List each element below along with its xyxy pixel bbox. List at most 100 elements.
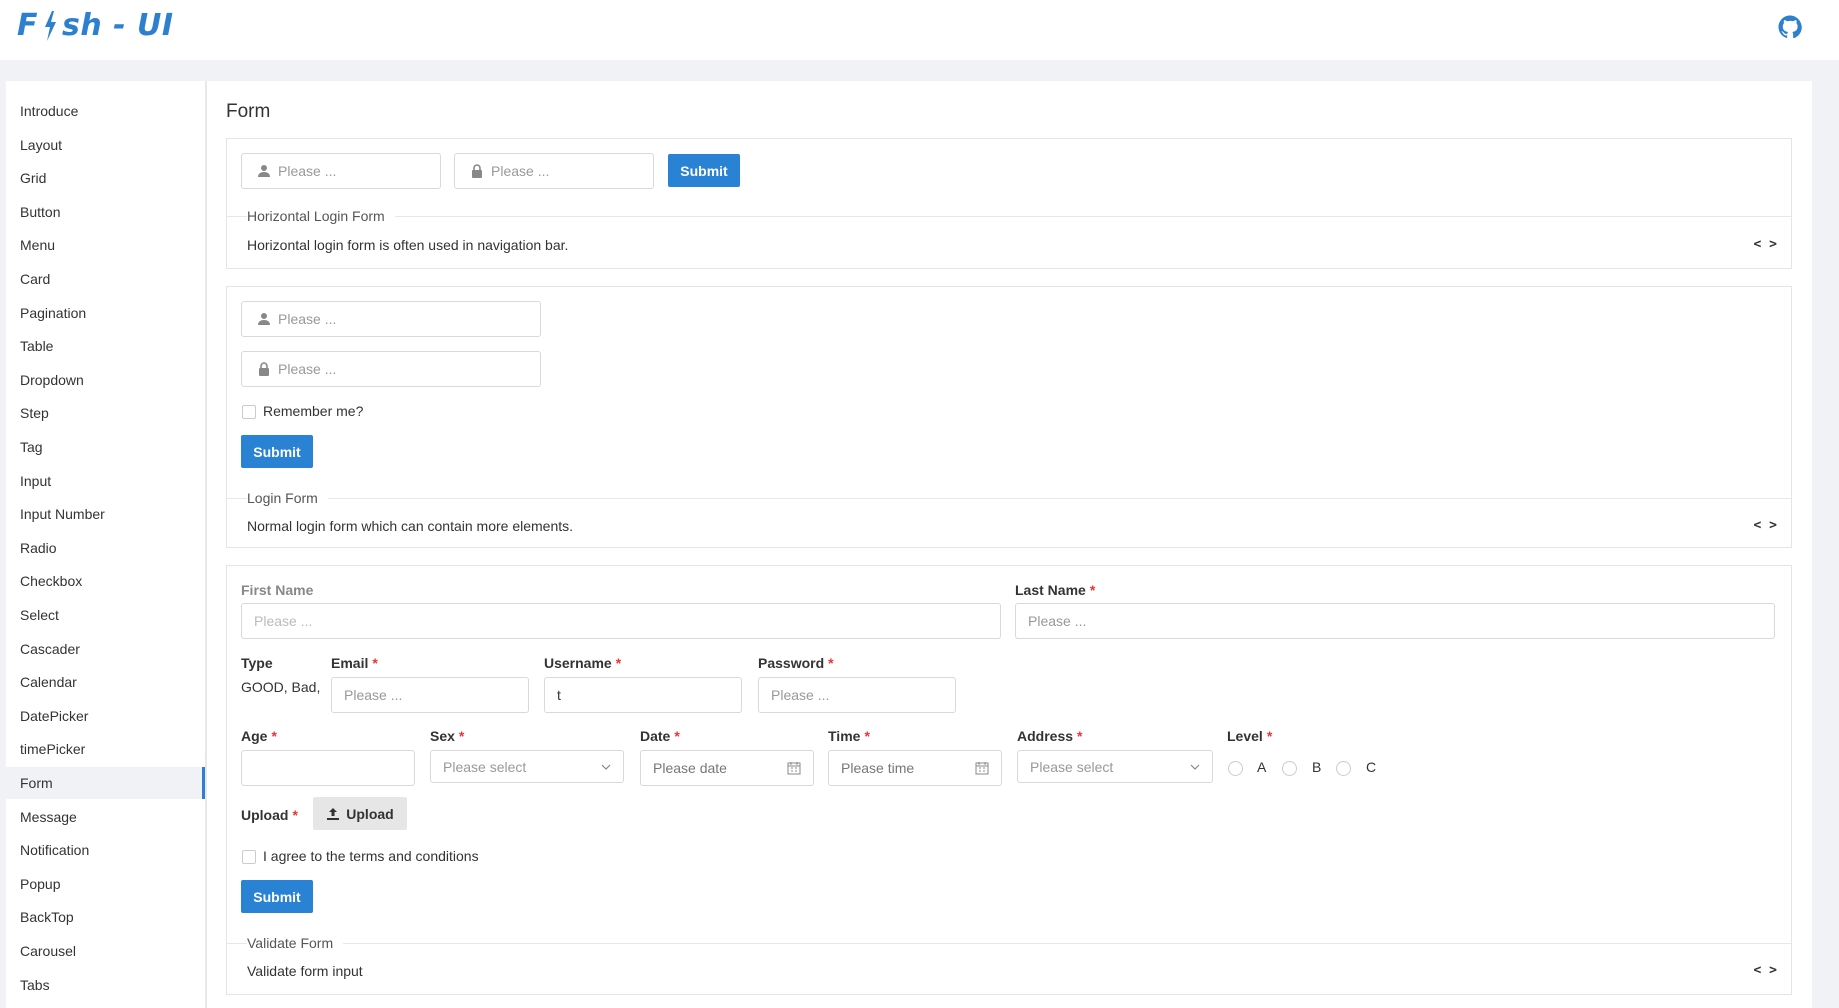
sidebar-item-input-number[interactable]: Input Number	[6, 498, 205, 530]
sidebar-item-tabs[interactable]: Tabs	[6, 969, 205, 1001]
sidebar-item-datepicker[interactable]: DatePicker	[6, 700, 205, 732]
sidebar-item-carousel[interactable]: Carousel	[6, 935, 205, 967]
required-mark: *	[1077, 728, 1083, 744]
chevron-down-icon	[1190, 764, 1200, 770]
required-mark: *	[372, 655, 378, 671]
date-label: Date *	[640, 728, 680, 744]
age-input[interactable]	[241, 750, 415, 786]
user-icon	[258, 313, 270, 325]
submit-button[interactable]: Submit	[241, 880, 313, 913]
level-radio-a[interactable]	[1228, 761, 1243, 776]
code-toggle-icon[interactable]: < >	[1754, 963, 1777, 978]
code-toggle-icon[interactable]: < >	[1754, 237, 1777, 252]
required-mark: *	[828, 655, 834, 671]
sex-select[interactable]: Please select	[430, 750, 624, 783]
sidebar-item-step[interactable]: Step	[6, 397, 205, 429]
sidebar-item-dropdown[interactable]: Dropdown	[6, 364, 205, 396]
required-mark: *	[271, 728, 277, 744]
required-mark: *	[1266, 728, 1273, 744]
password-placeholder: Please ...	[278, 361, 337, 377]
horizontal-login-card: Please ... Please ... Submit Horizontal …	[226, 138, 1792, 269]
sidebar-item-radio[interactable]: Radio	[6, 532, 205, 564]
upload-label: Upload *	[241, 807, 298, 823]
level-label-text: Level	[1227, 728, 1263, 744]
time-placeholder: Please time	[841, 760, 915, 776]
sidebar-item-checkbox[interactable]: Checkbox	[6, 565, 205, 597]
level-radio-c[interactable]	[1336, 761, 1351, 776]
sidebar-item-input[interactable]: Input	[6, 465, 205, 497]
password-input[interactable]: Please ...	[758, 677, 956, 713]
sex-label: Sex *	[430, 728, 464, 744]
logo[interactable]: F sh - UI	[17, 8, 174, 43]
sidebar-item-layout[interactable]: Layout	[6, 129, 205, 161]
sidebar-item-card[interactable]: Card	[6, 263, 205, 295]
sidebar-item-select[interactable]: Select	[6, 599, 205, 631]
calendar-icon	[787, 762, 801, 775]
agree-checkbox[interactable]	[242, 850, 256, 864]
sidebar-item-introduce[interactable]: Introduce	[6, 95, 205, 127]
sidebar-item-grid[interactable]: Grid	[6, 162, 205, 194]
sidebar-item-message[interactable]: Message	[6, 801, 205, 833]
sex-label-text: Sex	[430, 728, 455, 744]
age-label-text: Age	[241, 728, 268, 744]
sidebar-item-pagination[interactable]: Pagination	[6, 297, 205, 329]
last-name-label: Last Name *	[1015, 582, 1095, 598]
demo-description: Normal login form which can contain more…	[247, 518, 574, 534]
age-label: Age *	[241, 728, 277, 744]
sidebar-item-cascader[interactable]: Cascader	[6, 633, 205, 665]
date-picker[interactable]: Please date	[640, 750, 814, 786]
level-radio-b[interactable]	[1282, 761, 1297, 776]
date-label-text: Date	[640, 728, 671, 744]
upload-button[interactable]: Upload	[313, 797, 407, 830]
address-label: Address *	[1017, 728, 1082, 744]
main-panel: Introduce Layout Grid Button Menu Card Paginat…	[6, 81, 1812, 1008]
agree-label: I agree to the terms and conditions	[263, 848, 479, 864]
submit-button[interactable]: Submit	[241, 435, 313, 468]
demo-title: Horizontal Login Form	[247, 208, 395, 224]
sidebar-item-popup[interactable]: Popup	[6, 868, 205, 900]
address-select[interactable]: Please select	[1017, 750, 1213, 783]
sidebar-item-calendar[interactable]: Calendar	[6, 666, 205, 698]
first-name-input[interactable]: Please ...	[241, 603, 1001, 639]
sidebar-item-button[interactable]: Button	[6, 196, 205, 228]
password-placeholder: Please ...	[771, 687, 830, 703]
demo-description: Horizontal login form is often used in n…	[247, 237, 569, 253]
remember-checkbox[interactable]	[242, 405, 256, 419]
lightning-icon	[45, 10, 56, 41]
upload-icon	[327, 807, 340, 820]
submit-button[interactable]: Submit	[668, 154, 740, 187]
level-option-label: B	[1312, 759, 1322, 775]
chevron-down-icon	[601, 764, 611, 770]
sidebar-item-menu[interactable]: Menu	[6, 229, 205, 261]
time-picker[interactable]: Please time	[828, 750, 1002, 786]
sidebar-item-table[interactable]: Table	[6, 330, 205, 362]
level-label: Level *	[1227, 728, 1272, 744]
sidebar-item-backtop[interactable]: BackTop	[6, 901, 205, 933]
sidebar-item-form[interactable]: Form	[6, 767, 205, 799]
required-mark: *	[292, 807, 298, 823]
password-label-text: Password	[758, 655, 825, 671]
username-input[interactable]: Please ...	[241, 301, 541, 337]
sex-placeholder: Please select	[443, 758, 527, 775]
code-toggle-icon[interactable]: < >	[1754, 518, 1777, 533]
username-label-text: Username	[544, 655, 612, 671]
last-name-input[interactable]: Please ...	[1015, 603, 1775, 639]
password-input[interactable]: Please ...	[241, 351, 541, 387]
sidebar-item-notification[interactable]: Notification	[6, 834, 205, 866]
username-input[interactable]: Please ...	[241, 153, 441, 189]
date-placeholder: Please date	[653, 760, 727, 776]
password-input[interactable]: Please ...	[454, 153, 654, 189]
username-input[interactable]: t	[544, 677, 742, 713]
required-mark: *	[674, 728, 680, 744]
github-icon[interactable]	[1778, 15, 1802, 39]
remember-label: Remember me?	[263, 403, 364, 419]
sidebar-item-timepicker[interactable]: timePicker	[6, 733, 205, 765]
required-mark: *	[864, 728, 870, 744]
divider	[227, 943, 1791, 944]
email-placeholder: Please ...	[344, 687, 403, 703]
demo-description: Validate form input	[247, 963, 363, 979]
sidebar-item-tag[interactable]: Tag	[6, 431, 205, 463]
level-option-label: C	[1366, 759, 1377, 775]
email-input[interactable]: Please ...	[331, 677, 529, 713]
username-placeholder: Please ...	[278, 163, 337, 179]
